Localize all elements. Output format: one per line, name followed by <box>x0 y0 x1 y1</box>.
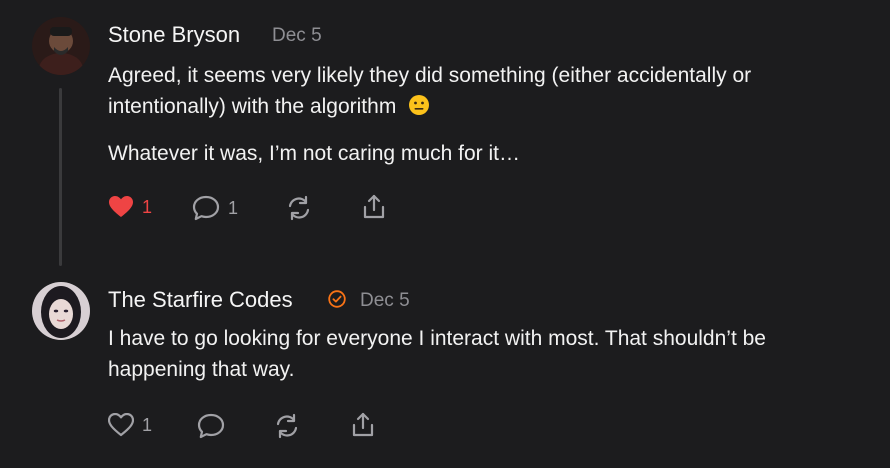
comment-body-line: Agreed, it seems very likely they did so… <box>108 64 752 87</box>
comment-icon <box>197 413 225 439</box>
restack-button[interactable] <box>286 195 312 221</box>
avatar-the-starfire-codes[interactable] <box>32 282 90 340</box>
comment-date[interactable]: Dec 5 <box>272 25 322 47</box>
thread-connector-line <box>59 88 62 266</box>
comment-date[interactable]: Dec 5 <box>360 290 410 312</box>
comment-thread: Stone Bryson Dec 5 Agreed, it seems very… <box>0 0 890 468</box>
heart-icon <box>109 196 133 217</box>
comment-body-text: intentionally) with the algorithm <box>108 95 397 118</box>
like-count: 1 <box>142 196 153 217</box>
neutral-face-emoji <box>408 94 430 125</box>
like-count: 1 <box>142 414 153 435</box>
share-icon <box>352 412 374 437</box>
heart-icon <box>108 413 134 437</box>
reply-button[interactable] <box>197 413 225 439</box>
share-button[interactable] <box>362 194 386 220</box>
share-icon <box>363 194 385 219</box>
restack-icon <box>288 195 310 221</box>
restack-button[interactable] <box>274 413 300 439</box>
avatar-image <box>32 282 90 340</box>
comment-author-name[interactable]: Stone Bryson <box>108 22 240 48</box>
comment-author-name[interactable]: The Starfire Codes <box>108 287 293 313</box>
avatar-image <box>32 17 90 75</box>
share-button[interactable] <box>351 412 375 438</box>
comment-body-line: intentionally) with the algorithm <box>108 91 430 125</box>
like-button[interactable]: 1 <box>108 413 152 437</box>
comment-icon <box>192 195 220 221</box>
comment-body-line: Whatever it was, I’m not caring much for… <box>108 142 520 165</box>
comment-body-line: happening that way. <box>108 358 295 381</box>
restack-icon <box>276 413 298 439</box>
reply-button[interactable]: 1 <box>192 195 238 221</box>
verified-badge-icon <box>328 290 346 308</box>
like-button[interactable]: 1 <box>108 195 152 219</box>
reply-count: 1 <box>228 197 239 218</box>
comment-body-line: I have to go looking for everyone I inte… <box>108 327 766 350</box>
avatar-stone-bryson[interactable] <box>32 17 90 75</box>
